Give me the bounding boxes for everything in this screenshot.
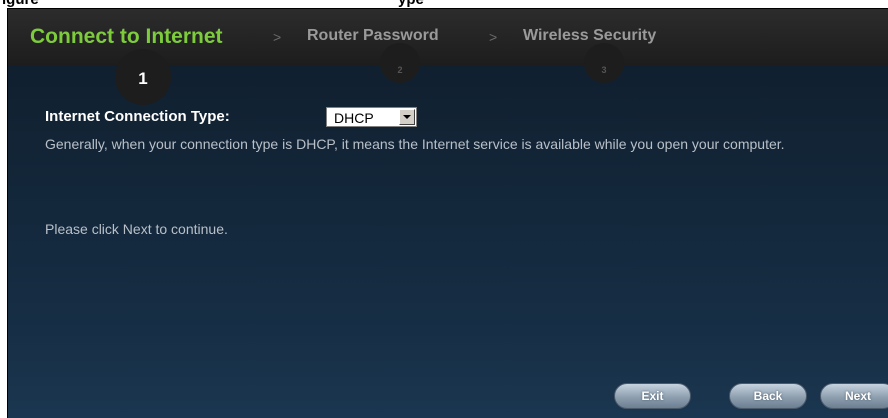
step-separator-icon: > — [273, 29, 282, 45]
connection-type-select[interactable]: DHCP — [326, 107, 417, 127]
step-wireless-security: Wireless Security — [523, 27, 657, 44]
next-button[interactable]: Next — [820, 383, 888, 409]
figure-caption-left: igure — [2, 0, 39, 8]
wizard-content: Internet Connection Type: DHCP Generally… — [8, 65, 888, 418]
figure-caption-right: ype — [398, 0, 424, 8]
continue-instruction: Please click Next to continue. — [45, 221, 228, 237]
step-connect-to-internet: Connect to Internet — [30, 25, 223, 48]
figure-caption: igure ype — [0, 0, 888, 8]
step-separator-icon: > — [489, 29, 498, 45]
connection-type-label: Internet Connection Type: — [45, 108, 230, 125]
exit-button[interactable]: Exit — [614, 383, 691, 409]
connection-type-value: DHCP — [334, 110, 374, 126]
dropdown-arrow-icon[interactable] — [399, 109, 415, 125]
connection-description: Generally, when your connection type is … — [45, 136, 785, 152]
back-button[interactable]: Back — [729, 383, 807, 409]
wizard-window: Connect to Internet > Router Password > … — [7, 8, 888, 418]
step-router-password: Router Password — [307, 27, 439, 44]
